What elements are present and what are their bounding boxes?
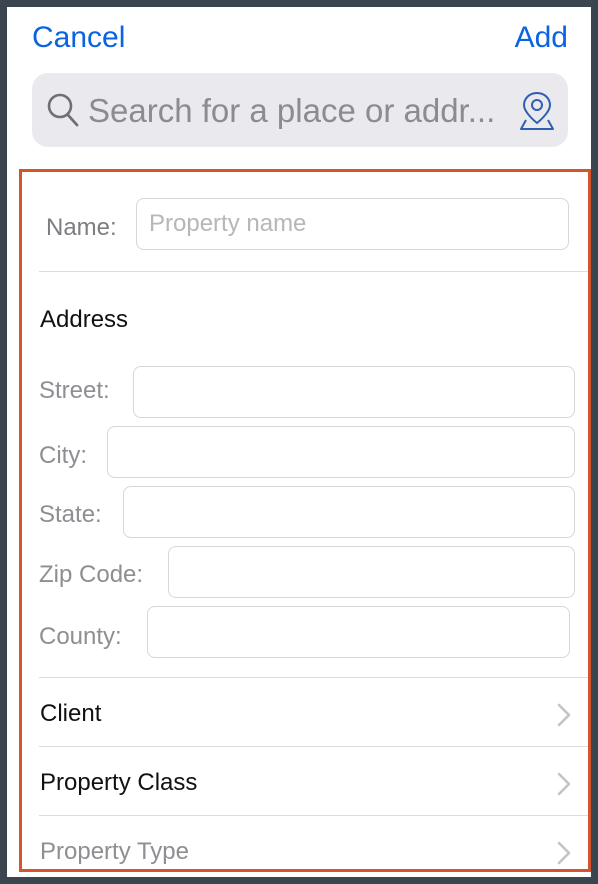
zip-code-field[interactable] <box>168 546 575 598</box>
chevron-right-icon <box>557 841 571 865</box>
property-name-field[interactable] <box>136 198 569 250</box>
screen-frame: Cancel Add Name: Address Street: City: S… <box>0 0 598 884</box>
navigation-bar: Cancel Add <box>7 7 591 73</box>
property-type-label: Property Type <box>40 838 189 865</box>
county-field[interactable] <box>147 606 570 658</box>
state-field[interactable] <box>123 486 575 538</box>
state-label: State: <box>39 501 102 528</box>
cancel-button[interactable]: Cancel <box>32 21 125 55</box>
property-type-row[interactable]: Property Type <box>22 818 588 869</box>
client-row[interactable]: Client <box>22 680 588 748</box>
add-button[interactable]: Add <box>515 21 568 55</box>
property-class-row[interactable]: Property Class <box>22 749 588 817</box>
name-label: Name: <box>46 214 117 241</box>
address-section-title: Address <box>40 306 129 333</box>
chevron-right-icon <box>557 703 571 727</box>
client-label: Client <box>40 700 102 727</box>
city-field[interactable] <box>107 426 575 478</box>
search-bar[interactable] <box>32 73 568 147</box>
name-row: Name: <box>22 172 588 274</box>
search-icon <box>47 93 79 127</box>
county-label: County: <box>39 623 122 650</box>
zip-code-label: Zip Code: <box>39 561 144 588</box>
property-form: Name: Address Street: City: State: Zip C… <box>19 169 591 872</box>
street-label: Street: <box>39 377 110 404</box>
divider <box>39 746 588 747</box>
property-class-label: Property Class <box>40 769 198 796</box>
divider <box>39 271 588 272</box>
city-label: City: <box>39 442 87 469</box>
map-pin-icon[interactable] <box>518 90 556 132</box>
divider <box>39 815 588 816</box>
street-field[interactable] <box>133 366 575 418</box>
chevron-right-icon <box>557 772 571 796</box>
search-input[interactable] <box>88 91 508 131</box>
divider <box>39 677 588 678</box>
